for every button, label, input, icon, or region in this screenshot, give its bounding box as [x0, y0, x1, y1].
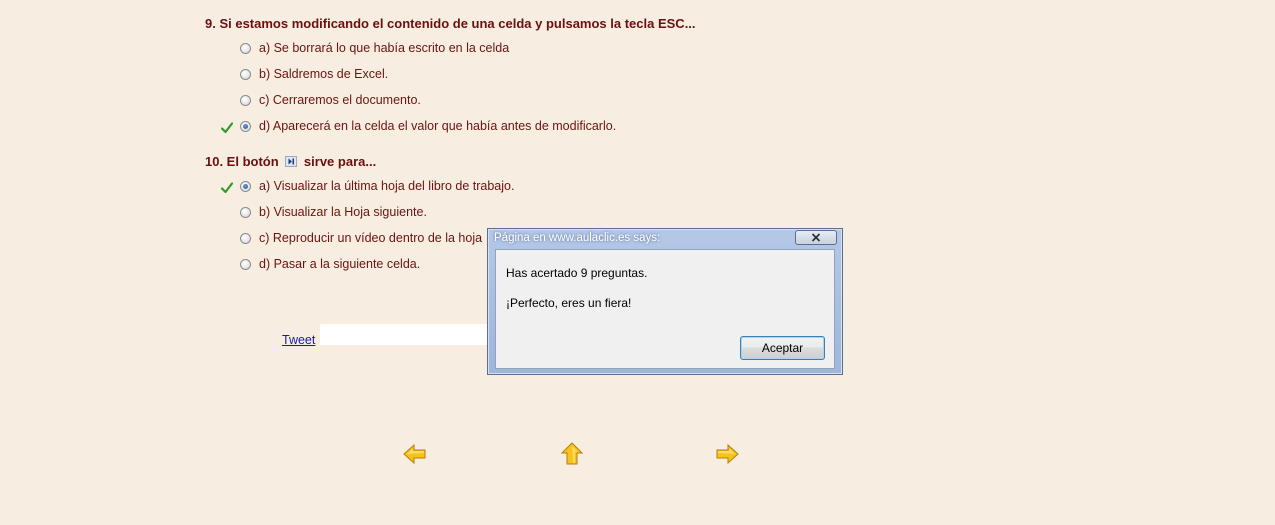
radio-button[interactable] — [240, 68, 251, 80]
question-10-option-b[interactable]: b) Visualizar la Hoja siguiente. — [240, 203, 427, 221]
option-label: d) Pasar a la siguiente celda. — [259, 257, 421, 271]
dialog-body: Has acertado 9 preguntas. ¡Perfecto, ere… — [495, 249, 835, 369]
radio-button[interactable] — [240, 42, 251, 54]
last-sheet-navigation-icon — [285, 156, 298, 167]
correct-check-icon — [221, 122, 233, 134]
radio-button[interactable] — [240, 206, 251, 218]
question-10-option-a[interactable]: a) Visualizar la última hoja del libro d… — [240, 177, 514, 195]
question-10-title: 10. El botón sirve para... — [205, 154, 376, 169]
option-label: d) Aparecerá en la celda el valor que ha… — [259, 119, 617, 133]
option-label: a) Se borrará lo que había escrito en la… — [259, 41, 510, 55]
radio-button[interactable] — [240, 232, 251, 244]
option-label: a) Visualizar la última hoja del libro d… — [259, 179, 515, 193]
correct-check-icon — [221, 182, 233, 194]
dialog-message-score: Has acertado 9 preguntas. — [506, 266, 648, 280]
question-9-option-d[interactable]: d) Aparecerá en la celda el valor que ha… — [240, 117, 616, 135]
option-label: b) Visualizar la Hoja siguiente. — [259, 205, 427, 219]
option-label: b) Saldremos de Excel. — [259, 67, 389, 81]
alert-dialog: Página en www.aulaclic.es says: Has acer… — [487, 228, 843, 375]
question-10-title-end: sirve para... — [303, 154, 377, 169]
dialog-close-button[interactable] — [795, 230, 837, 245]
question-9-option-a[interactable]: a) Se borrará lo que había escrito en la… — [240, 39, 509, 57]
question-10-option-d[interactable]: d) Pasar a la siguiente celda. — [240, 255, 420, 273]
tweet-link[interactable]: Tweet — [282, 333, 315, 347]
arrow-right-icon[interactable] — [714, 441, 740, 467]
social-widget-area — [320, 324, 490, 345]
arrow-up-icon[interactable] — [559, 441, 585, 467]
question-10-title-start: 10. El botón — [205, 154, 279, 169]
question-9-option-b[interactable]: b) Saldremos de Excel. — [240, 65, 388, 83]
option-label: c) Cerraremos el documento. — [259, 93, 421, 107]
close-icon — [811, 233, 821, 242]
radio-button-selected[interactable] — [240, 120, 251, 132]
dialog-message-praise: ¡Perfecto, eres un fiera! — [506, 296, 632, 310]
question-9-title: 9. Si estamos modificando el contenido d… — [205, 16, 696, 31]
option-label: c) Reproducir un vídeo dentro de la hoja — [259, 231, 483, 245]
question-10-option-c[interactable]: c) Reproducir un vídeo dentro de la hoja — [240, 229, 482, 247]
dialog-title: Página en www.aulaclic.es says: — [494, 232, 661, 244]
radio-button[interactable] — [240, 94, 251, 106]
radio-button-selected[interactable] — [240, 180, 251, 192]
ok-button[interactable]: Aceptar — [740, 336, 825, 360]
question-9-option-c[interactable]: c) Cerraremos el documento. — [240, 91, 421, 109]
radio-button[interactable] — [240, 258, 251, 270]
arrow-left-icon[interactable] — [402, 441, 428, 467]
